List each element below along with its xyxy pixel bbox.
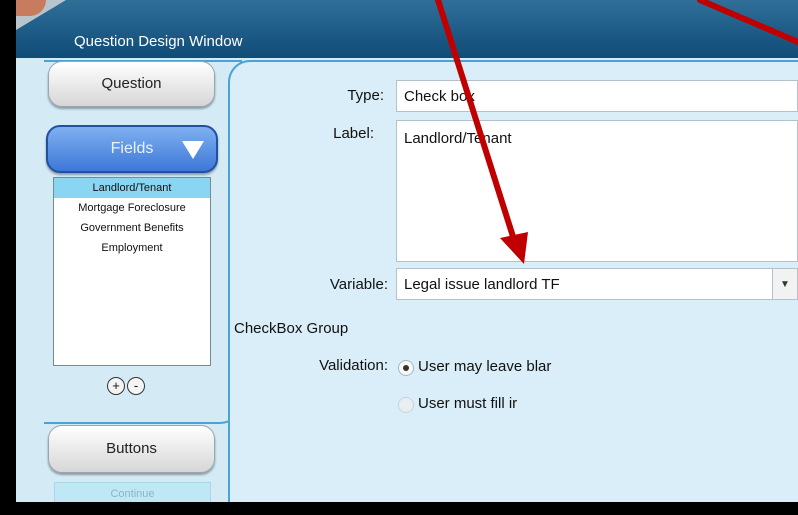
annotation-arrow-to-variable	[435, 0, 519, 249]
annotation-arrowhead	[500, 232, 528, 264]
annotation-arrow-top-right	[697, 0, 798, 45]
annotation-arrows	[435, 0, 798, 264]
